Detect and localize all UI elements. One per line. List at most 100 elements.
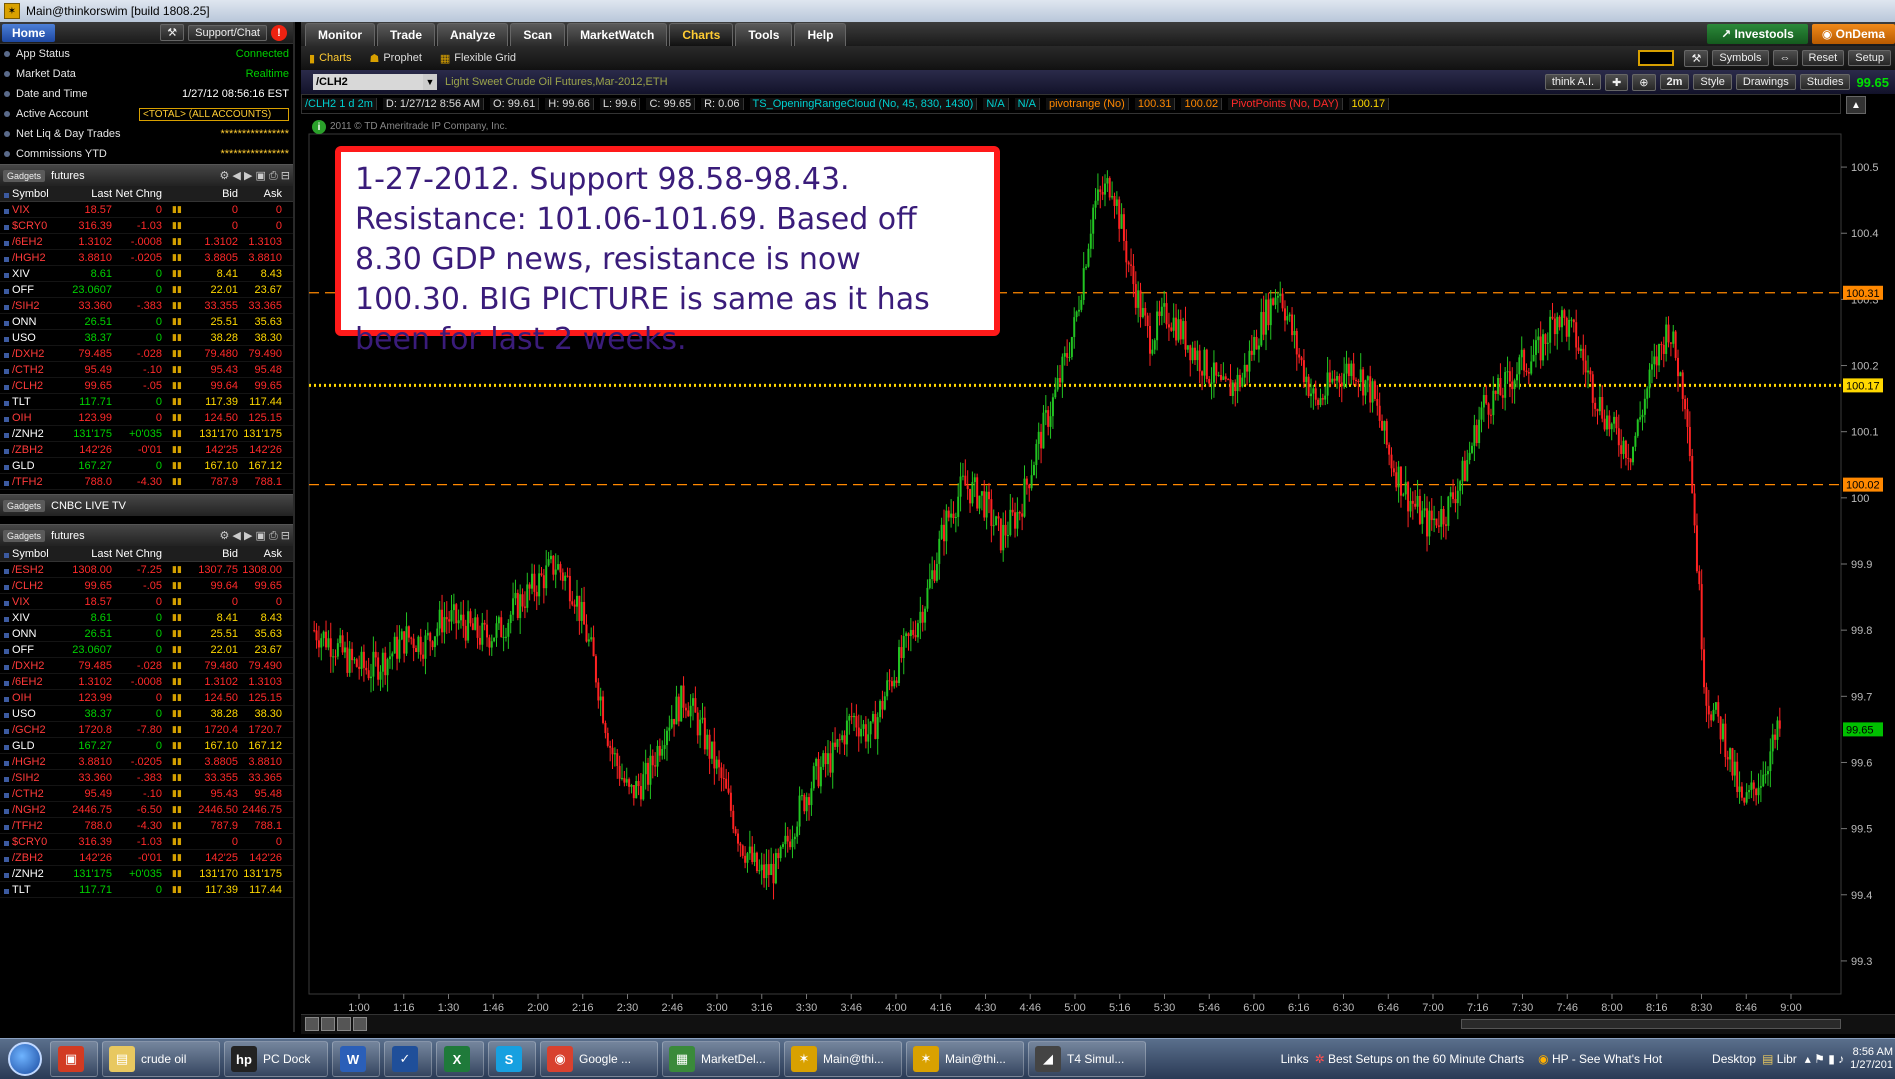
study-value[interactable]: pivotrange (No) [1046, 98, 1129, 110]
subtab-prophet[interactable]: ☗ Prophet [369, 52, 421, 65]
style-button[interactable]: Style [1693, 74, 1732, 90]
tab-marketwatch[interactable]: MarketWatch [567, 23, 668, 46]
zoom-icon[interactable]: ⊕ [1632, 73, 1656, 91]
study-value[interactable]: 100.17 [1348, 98, 1390, 110]
study-value[interactable]: N/A [983, 98, 1009, 110]
watchlist-row[interactable]: /ZNH2 131'175 +0'035 ▮▮ 131'170 131'175 [0, 426, 293, 442]
study-value[interactable]: PivotPoints (No, DAY) [1228, 98, 1343, 110]
wrench-icon[interactable]: ⚒ [1684, 49, 1709, 67]
watchlist-controls-icon[interactable]: ⚙ ◀ ▶ ▣ ⎙ ⊟ [220, 169, 290, 183]
taskbar-item[interactable]: ✶ Main@thi... [906, 1041, 1024, 1077]
tray-icons[interactable]: ▴ ⚑ ▮ ♪ [1805, 1052, 1844, 1066]
watchlist-row[interactable]: OFF 23.0607 0 ▮▮ 22.01 23.67 [0, 282, 293, 298]
watchlist-row[interactable]: $CRY0 316.39 -1.03 ▮▮ 0 0 [0, 218, 293, 234]
watchlist-row[interactable]: /TFH2 788.0 -4.30 ▮▮ 787.9 788.1 [0, 474, 293, 490]
crosshair-icon[interactable]: ✚ [1605, 73, 1629, 91]
chart-scrollbar[interactable] [301, 1014, 1895, 1034]
study-value[interactable]: /CLH2 1 d 2m [302, 98, 377, 110]
setup-button[interactable]: Setup [1848, 50, 1891, 66]
col-bid[interactable]: Bid [192, 548, 238, 560]
watchlist-row[interactable]: OIH 123.99 0 ▮▮ 124.50 125.15 [0, 690, 293, 706]
link-best-setups[interactable]: ✲ Best Setups on the 60 Minute Charts [1315, 1052, 1525, 1066]
watchlist-row[interactable]: TLT 117.71 0 ▮▮ 117.39 117.44 [0, 394, 293, 410]
tab-trade[interactable]: Trade [377, 23, 436, 46]
col-net-chng[interactable]: Net Chng [112, 188, 162, 200]
investools-button[interactable]: ↗ Investools [1707, 24, 1808, 44]
tab-monitor[interactable]: Monitor [305, 23, 375, 46]
drawings-button[interactable]: Drawings [1735, 74, 1796, 90]
watchlist-2-controls-icon[interactable]: ⚙ ◀ ▶ ▣ ⎙ ⊟ [220, 529, 290, 543]
info-icon[interactable]: i [312, 120, 326, 134]
tab-charts[interactable]: Charts [669, 23, 734, 46]
study-value[interactable]: D: 1/27/12 8:56 AM [382, 98, 485, 110]
subtab-flexible-grid[interactable]: ▦ Flexible Grid [440, 52, 516, 65]
watchlist-row[interactable]: GLD 167.27 0 ▮▮ 167.10 167.12 [0, 738, 293, 754]
watchlist-row[interactable]: /ZBH2 142'26 -0'01 ▮▮ 142'25 142'26 [0, 442, 293, 458]
taskbar-item[interactable]: ✓ [384, 1041, 432, 1077]
taskbar-item[interactable]: ▤ crude oil [102, 1041, 220, 1077]
watchlist-row[interactable]: ONN 26.51 0 ▮▮ 25.51 35.63 [0, 626, 293, 642]
study-value[interactable]: TS_OpeningRangeCloud (No, 45, 830, 1430) [749, 98, 978, 110]
taskbar-item[interactable]: hp PC Dock [224, 1041, 328, 1077]
reset-button[interactable]: Reset [1801, 50, 1845, 66]
watchlist-row[interactable]: USO 38.37 0 ▮▮ 38.28 38.30 [0, 706, 293, 722]
watchlist-row[interactable]: /CTH2 95.49 -.10 ▮▮ 95.43 95.48 [0, 786, 293, 802]
watchlist-row[interactable]: VIX 18.57 0 ▮▮ 0 0 [0, 202, 293, 218]
watchlist-row[interactable]: /TFH2 788.0 -4.30 ▮▮ 787.9 788.1 [0, 818, 293, 834]
watchlist-row[interactable]: /ESH2 1308.00 -7.25 ▮▮ 1307.75 1308.00 [0, 562, 293, 578]
col-ask[interactable]: Ask [238, 188, 282, 200]
study-value[interactable]: L: 99.6 [599, 98, 641, 110]
zoom-in-icon[interactable] [321, 1017, 335, 1031]
watchlist-row[interactable]: /NGH2 2446.75 -6.50 ▮▮ 2446.50 2446.75 [0, 802, 293, 818]
gadgets-tag[interactable]: Gadgets [3, 499, 46, 512]
col-last[interactable]: Last [70, 188, 112, 200]
watchlist-row[interactable]: OIH 123.99 0 ▮▮ 124.50 125.15 [0, 410, 293, 426]
watchlist-row[interactable]: GLD 167.27 0 ▮▮ 167.10 167.12 [0, 458, 293, 474]
col-last[interactable]: Last [70, 548, 112, 560]
taskbar-item[interactable]: ▦ MarketDel... [662, 1041, 780, 1077]
watchlist-row[interactable]: XIV 8.61 0 ▮▮ 8.41 8.43 [0, 610, 293, 626]
think-ai-button[interactable]: think A.I. [1544, 74, 1602, 90]
status-value[interactable]: <TOTAL> (ALL ACCOUNTS) [139, 107, 289, 121]
taskbar-item[interactable]: ◢ T4 Simul... [1028, 1041, 1146, 1077]
watchlist-row[interactable]: /CTH2 95.49 -.10 ▮▮ 95.43 95.48 [0, 362, 293, 378]
study-value[interactable]: N/A [1014, 98, 1040, 110]
taskbar-item[interactable]: ▣ [50, 1041, 98, 1077]
watchlist-2-name[interactable]: futures [51, 530, 85, 542]
taskbar-item[interactable]: ◉ Google ... [540, 1041, 658, 1077]
link-icon[interactable]: ⇔ [1772, 50, 1798, 66]
taskbar-item[interactable]: X [436, 1041, 484, 1077]
taskbar-item[interactable]: S [488, 1041, 536, 1077]
alert-icon[interactable]: ! [271, 24, 287, 41]
watchlist-row[interactable]: TLT 117.71 0 ▮▮ 117.39 117.44 [0, 882, 293, 898]
start-button[interactable] [0, 1039, 50, 1079]
watchlist-row[interactable]: USO 38.37 0 ▮▮ 38.28 38.30 [0, 330, 293, 346]
clock[interactable]: 8:56 AM 1/27/201 [1850, 1046, 1893, 1072]
watchlist-row[interactable]: /HGH2 3.8810 -.0205 ▮▮ 3.8805 3.8810 [0, 754, 293, 770]
taskbar-item[interactable]: ✶ Main@thi... [784, 1041, 902, 1077]
study-value[interactable]: 100.02 [1181, 98, 1223, 110]
period-button[interactable]: 2m [1659, 74, 1690, 90]
watchlist-row[interactable]: /6EH2 1.3102 -.0008 ▮▮ 1.3102 1.3103 [0, 674, 293, 690]
tab-analyze[interactable]: Analyze [437, 23, 509, 46]
watchlist-row[interactable]: VIX 18.57 0 ▮▮ 0 0 [0, 594, 293, 610]
watchlist-row[interactable]: /DXH2 79.485 -.028 ▮▮ 79.480 79.490 [0, 346, 293, 362]
col-symbol[interactable]: Symbol [0, 548, 70, 560]
chart-settings-icon[interactable]: ▲ [1846, 96, 1866, 114]
watchlist-row[interactable]: ONN 26.51 0 ▮▮ 25.51 35.63 [0, 314, 293, 330]
ondemand-button[interactable]: ◉ OnDema [1811, 24, 1895, 44]
libraries-link[interactable]: ▤ Libr [1762, 1052, 1797, 1066]
watchlist-1-name[interactable]: futures [51, 170, 85, 182]
symbol-input[interactable]: /CLH2 [313, 74, 423, 90]
tab-help[interactable]: Help [794, 23, 847, 46]
watchlist-row[interactable]: /SIH2 33.360 -.383 ▮▮ 33.355 33.365 [0, 298, 293, 314]
watchlist-row[interactable]: OFF 23.0607 0 ▮▮ 22.01 23.67 [0, 642, 293, 658]
watchlist-row[interactable]: /6EH2 1.3102 -.0008 ▮▮ 1.3102 1.3103 [0, 234, 293, 250]
symbol-dropdown-icon[interactable]: ▼ [423, 74, 437, 90]
zoom-out-icon[interactable] [337, 1017, 351, 1031]
watchlist-row[interactable]: /ZBH2 142'26 -0'01 ▮▮ 142'25 142'26 [0, 850, 293, 866]
scroll-thumb[interactable] [1461, 1019, 1841, 1029]
color-box[interactable] [1638, 50, 1675, 66]
snapshot-icon[interactable] [353, 1017, 367, 1031]
col-ask[interactable]: Ask [238, 548, 282, 560]
